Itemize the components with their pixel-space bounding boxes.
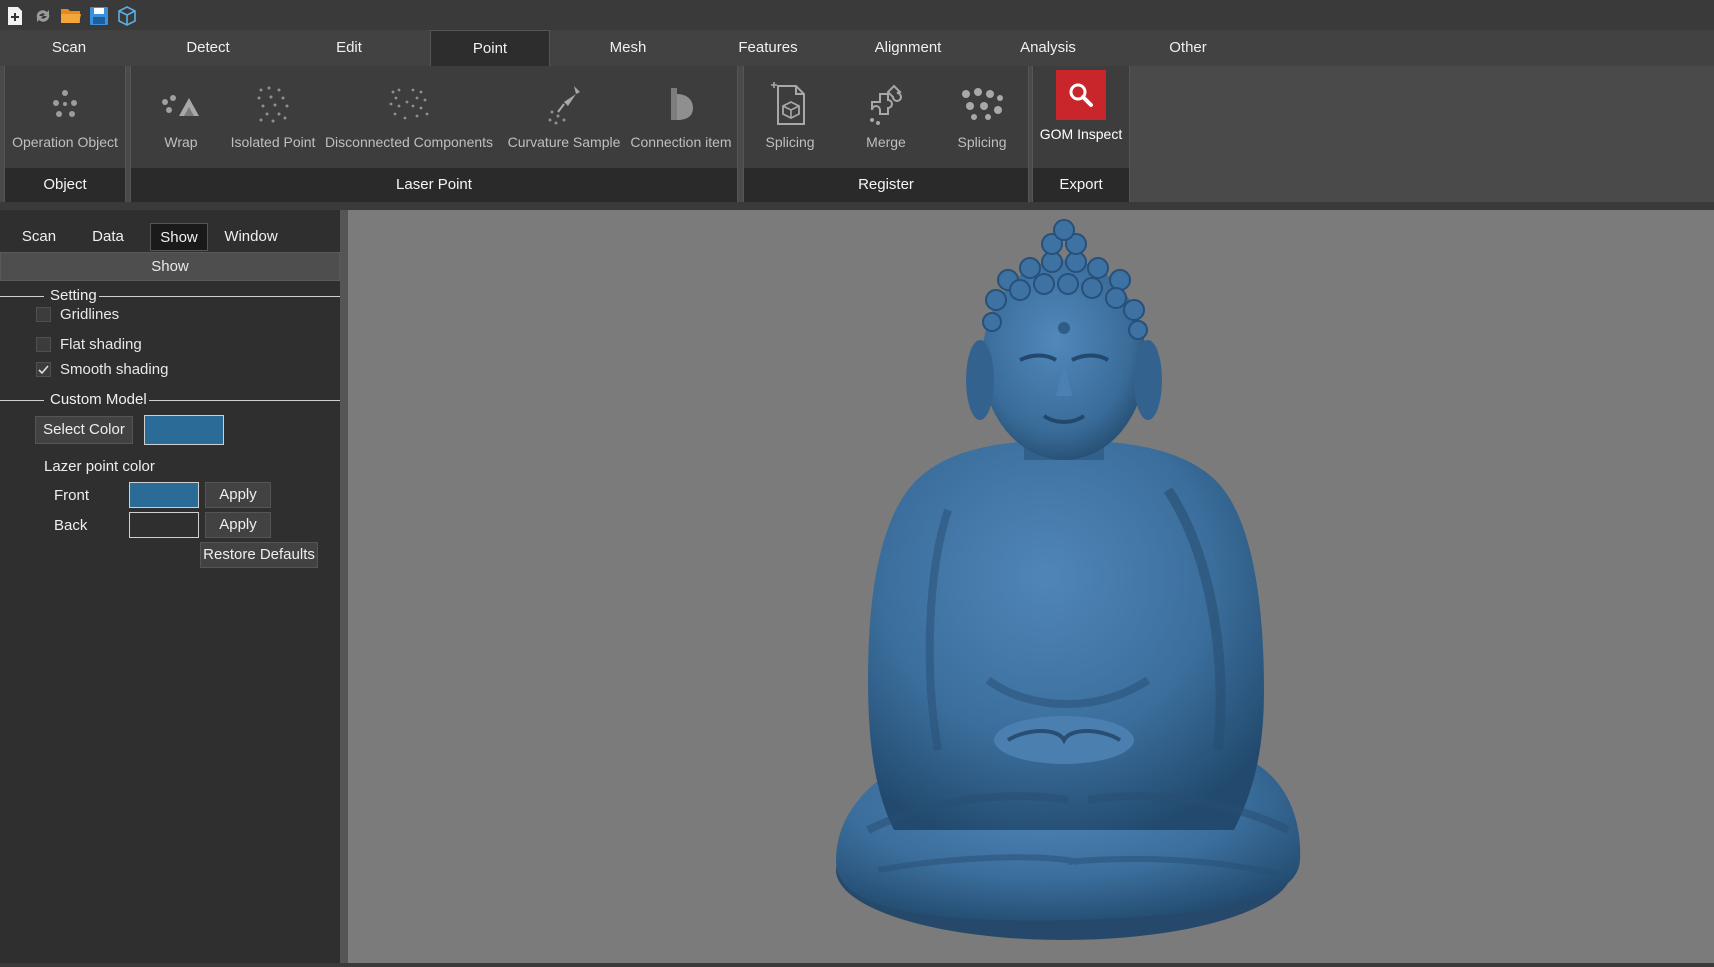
buddha-model [836, 219, 1301, 940]
wrap-icon [157, 80, 205, 128]
left-panel: Scan Data Show Window Show Setting Gridl… [0, 210, 340, 963]
merge-icon [862, 80, 910, 128]
tab-point[interactable]: Point [430, 30, 550, 66]
tab-mesh[interactable]: Mesh [588, 30, 668, 66]
tab-analysis[interactable]: Analysis [1006, 30, 1090, 66]
group-label-register: Register [744, 168, 1028, 202]
isolated-point-button[interactable]: Isolated Point [227, 76, 319, 166]
group-label-export: Export [1033, 168, 1129, 202]
3d-viewport[interactable] [348, 210, 1714, 963]
splicing-doc-icon [766, 80, 814, 128]
back-label: Back [54, 517, 88, 534]
ribbon-group-export: GOM Inspect Export [1032, 66, 1130, 202]
cube-icon[interactable] [116, 5, 138, 27]
disconnected-components-button[interactable]: Disconnected Components [321, 76, 497, 166]
tab-other[interactable]: Other [1148, 30, 1228, 66]
ribbon: Operation Object Object Wrap Isolated Po… [0, 66, 1714, 202]
tab-scan[interactable]: Scan [30, 30, 108, 66]
smooth-shading-checkbox[interactable]: Smooth shading [36, 361, 168, 378]
checkbox-box[interactable] [36, 337, 51, 352]
quick-access-toolbar [0, 0, 138, 32]
ribbon-group-object: Operation Object Object [4, 66, 126, 202]
front-color-swatch[interactable] [129, 482, 199, 508]
group-label-object: Object [5, 168, 125, 202]
tab-detect[interactable]: Detect [168, 30, 248, 66]
curvature-sample-button[interactable]: Curvature Sample [505, 76, 623, 166]
new-file-icon[interactable] [4, 5, 26, 27]
setting-section: Setting [0, 286, 340, 306]
lazer-point-color-label: Lazer point color [44, 458, 155, 475]
dots-icon [41, 80, 89, 128]
disconnected-components-icon [385, 80, 433, 128]
connection-item-icon [657, 80, 705, 128]
refresh-icon[interactable] [32, 5, 54, 27]
wrap-button[interactable]: Wrap [149, 76, 213, 166]
operation-object-button[interactable]: Operation Object [5, 76, 125, 166]
panel-tab-data[interactable]: Data [80, 223, 136, 251]
ribbon-group-register: Splicing Merge Splicing Register [743, 66, 1029, 202]
custom-model-section: Custom Model [0, 390, 340, 410]
menu-bar: Scan Detect Edit Point Mesh Features Ali… [0, 30, 1714, 66]
panel-tab-window[interactable]: Window [216, 223, 286, 251]
save-icon[interactable] [88, 5, 110, 27]
tab-features[interactable]: Features [728, 30, 808, 66]
checkmark-icon [38, 365, 49, 375]
splicing-button-2[interactable]: Splicing [940, 76, 1024, 166]
isolated-point-icon [249, 80, 297, 128]
back-apply-button[interactable]: Apply [205, 512, 271, 538]
open-folder-icon[interactable] [60, 5, 82, 27]
custom-model-title: Custom Model [48, 390, 149, 410]
show-header: Show [0, 252, 340, 281]
ribbon-group-laser-point: Wrap Isolated Point Disconnected Compone… [130, 66, 738, 202]
gom-inspect-button[interactable]: GOM Inspect [1033, 68, 1129, 158]
magnifier-icon [1056, 70, 1106, 120]
setting-title: Setting [48, 286, 99, 306]
splicing-dots-icon [958, 80, 1006, 128]
tab-alignment[interactable]: Alignment [862, 30, 954, 66]
group-label-laser-point: Laser Point [131, 168, 737, 202]
connection-item-button[interactable]: Connection item [625, 76, 737, 166]
panel-tab-show[interactable]: Show [150, 223, 208, 251]
panel-splitter[interactable] [340, 210, 348, 963]
tab-edit[interactable]: Edit [310, 30, 388, 66]
panel-tab-scan[interactable]: Scan [12, 223, 66, 251]
select-color-button[interactable]: Select Color [35, 416, 133, 444]
model-color-swatch[interactable] [144, 415, 224, 445]
merge-button[interactable]: Merge [848, 76, 924, 166]
checkbox-box[interactable] [36, 307, 51, 322]
front-label: Front [54, 487, 90, 504]
front-apply-button[interactable]: Apply [205, 482, 271, 508]
flat-shading-checkbox[interactable]: Flat shading [36, 336, 142, 353]
restore-defaults-button[interactable]: Restore Defaults [200, 542, 318, 568]
splicing-button-1[interactable]: Splicing [752, 76, 828, 166]
back-color-swatch[interactable] [129, 512, 199, 538]
gridlines-checkbox[interactable]: Gridlines [36, 306, 119, 323]
checkbox-box-checked[interactable] [36, 362, 51, 377]
curvature-sample-icon [540, 80, 588, 128]
